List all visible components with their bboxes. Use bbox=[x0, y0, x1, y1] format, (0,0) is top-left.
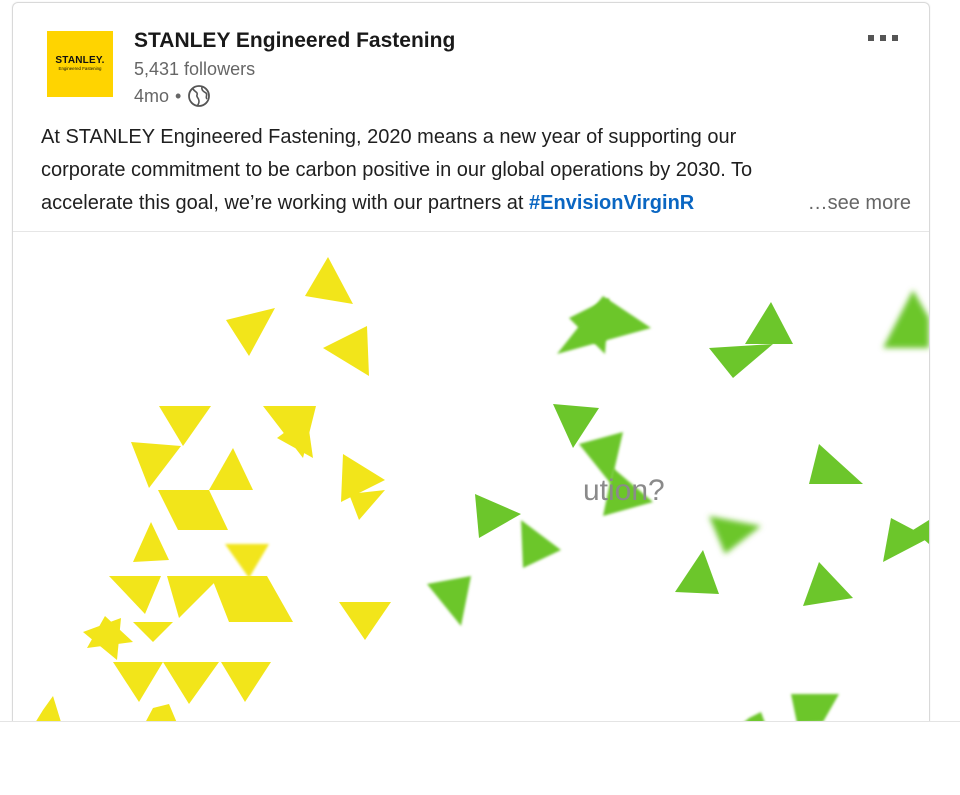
company-logo[interactable]: STANLEY. Engineered Fastening bbox=[47, 31, 113, 97]
post-time: 4mo bbox=[134, 85, 170, 106]
bottom-bar bbox=[0, 721, 960, 795]
globe-icon bbox=[187, 84, 211, 108]
post-header: STANLEY. Engineered Fastening STANLEY En… bbox=[13, 3, 929, 115]
post-text-line-2: corporate commitment to be carbon positi… bbox=[41, 159, 753, 181]
more-horizontal-icon bbox=[868, 35, 874, 41]
media-graphic: ution? bbox=[35, 257, 929, 722]
post-meta: 4mo • bbox=[134, 83, 211, 109]
post-body: At STANLEY Engineered Fastening, 2020 me… bbox=[41, 121, 911, 220]
follower-count: 5,431 followers bbox=[134, 59, 256, 79]
overlay-text: ution? bbox=[583, 474, 665, 507]
post-text-line-3: accelerate this goal, we’re working with… bbox=[41, 187, 911, 220]
feed-post-card: STANLEY. Engineered Fastening STANLEY En… bbox=[12, 2, 930, 722]
hashtag-link[interactable]: #EnvisionVirginR bbox=[529, 192, 694, 214]
meta-separator: • bbox=[175, 85, 182, 106]
logo-wordmark: STANLEY. bbox=[55, 55, 105, 66]
post-text-line-3-text: accelerate this goal, we’re working with… bbox=[41, 192, 530, 214]
logo-subtitle: Engineered Fastening bbox=[58, 66, 102, 71]
post-text-line-1: At STANLEY Engineered Fastening, 2020 me… bbox=[41, 126, 737, 148]
post-video-thumbnail[interactable]: ution? bbox=[13, 231, 929, 722]
yellow-shapes bbox=[35, 257, 391, 722]
more-options-button[interactable] bbox=[861, 25, 905, 51]
company-name-link[interactable]: STANLEY Engineered Fastening bbox=[134, 29, 455, 53]
see-more-button[interactable]: …see more bbox=[801, 187, 911, 220]
more-dot-3 bbox=[892, 35, 898, 41]
more-dot-2 bbox=[880, 35, 886, 41]
green-shapes bbox=[427, 290, 929, 722]
